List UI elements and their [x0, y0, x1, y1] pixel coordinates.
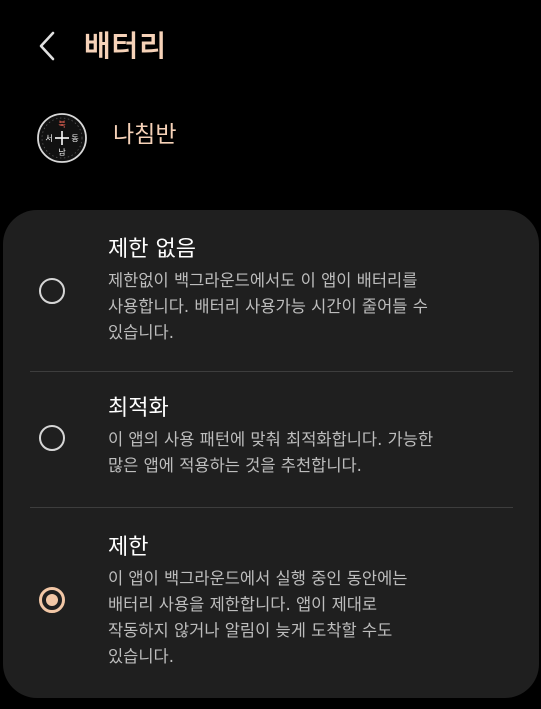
compass-east-label: 동	[71, 134, 78, 143]
option-description-line: 사용합니다. 배터리 사용가능 시간이 줄어들 수	[108, 297, 428, 316]
option-description: 이 앱이 백그라운드에서 실행 중인 동안에는 배터리 사용을 제한합니다. 앱…	[108, 566, 493, 670]
option-description-line: 제한없이 백그라운드에서도 이 앱이 배터리를	[108, 271, 418, 290]
app-info-row: 북 남 동 서 나침반	[0, 104, 541, 168]
option-description-line: 이 앱이 백그라운드에서 실행 중인 동안에는	[108, 569, 408, 588]
option-description-line: 배터리 사용을 제한합니다. 앱이 제대로	[108, 595, 378, 614]
chevron-left-icon	[39, 31, 55, 61]
page-title: 배터리	[84, 29, 168, 63]
back-button[interactable]	[30, 28, 64, 64]
compass-south-label: 남	[58, 148, 66, 157]
option-description: 이 앱의 사용 패턴에 맞춰 최적화합니다. 가능한 많은 앱에 적용하는 것을…	[108, 427, 493, 479]
radio-restricted[interactable]	[39, 587, 65, 613]
option-title: 제한 없음	[108, 237, 196, 262]
option-restricted[interactable]: 제한 이 앱이 백그라운드에서 실행 중인 동안에는 배터리 사용을 제한합니다…	[3, 508, 539, 698]
option-description-line: 있습니다.	[108, 647, 174, 666]
option-description-line: 있습니다.	[108, 323, 174, 342]
option-description-line: 많은 앱에 적용하는 것을 추천합니다.	[108, 456, 362, 475]
battery-options-card: 제한 없음 제한없이 백그라운드에서도 이 앱이 배터리를 사용합니다. 배터리…	[3, 210, 539, 698]
option-unrestricted[interactable]: 제한 없음 제한없이 백그라운드에서도 이 앱이 배터리를 사용합니다. 배터리…	[3, 210, 539, 370]
option-title: 제한	[108, 535, 149, 560]
option-optimized[interactable]: 최적화 이 앱의 사용 패턴에 맞춰 최적화합니다. 가능한 많은 앱에 적용하…	[3, 372, 539, 506]
option-title: 최적화	[108, 396, 169, 421]
radio-unrestricted[interactable]	[39, 278, 65, 304]
radio-optimized[interactable]	[39, 425, 65, 451]
header: 배터리	[0, 0, 541, 92]
option-description-line: 이 앱의 사용 패턴에 맞춰 최적화합니다. 가능한	[108, 430, 434, 449]
app-name: 나침반	[113, 122, 177, 148]
compass-north-label: 북	[58, 120, 65, 129]
compass-icon: 북 남 동 서	[36, 112, 88, 164]
option-description: 제한없이 백그라운드에서도 이 앱이 배터리를 사용합니다. 배터리 사용가능 …	[108, 268, 493, 346]
compass-west-label: 서	[45, 134, 52, 143]
option-description-line: 작동하지 않거나 알림이 늦게 도착할 수도	[108, 621, 393, 640]
